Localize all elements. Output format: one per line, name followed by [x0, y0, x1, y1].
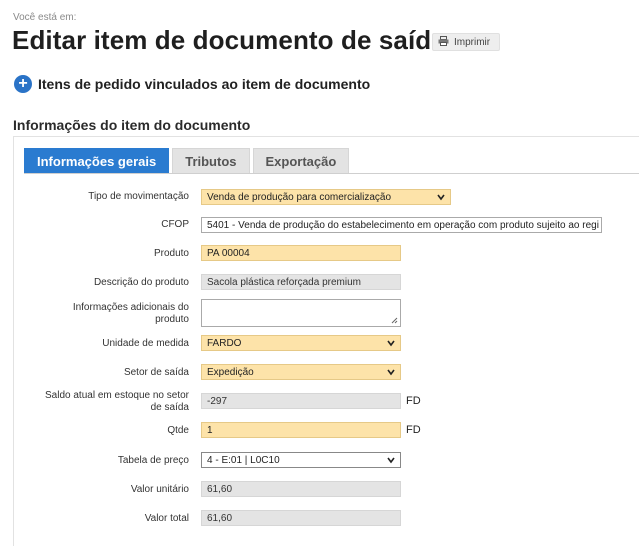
- setor-value: Expedição: [207, 366, 254, 378]
- tabela-preco-value: 4 - E:01 | L0C10: [207, 454, 280, 466]
- cfop-label: CFOP: [161, 219, 189, 230]
- tipo-movimentacao-label: Tipo de movimentação: [88, 191, 189, 202]
- unidade-value: FARDO: [207, 337, 242, 349]
- resize-grip-icon[interactable]: [391, 317, 398, 324]
- tab-bar: Informações gerais Tributos Exportação: [24, 148, 350, 173]
- info-adicionais-textarea[interactable]: [201, 299, 401, 327]
- produto-input[interactable]: PA 00004: [201, 245, 401, 261]
- cfop-input[interactable]: 5401 - Venda de produção do estabelecime…: [201, 217, 602, 233]
- section-title: Informações do item do documento: [13, 117, 251, 133]
- produto-label: Produto: [153, 248, 189, 259]
- chevron-down-icon: [387, 457, 395, 464]
- page-title: Editar item de documento de saída: [12, 25, 446, 55]
- saldo-label: Saldo atual em estoque no setor de saída: [45, 390, 189, 413]
- linked-items-label: Itens de pedido vinculados ao item de do…: [38, 76, 371, 92]
- cfop-value: 5401 - Venda de produção do estabelecime…: [207, 219, 599, 231]
- saldo-value: -297: [207, 395, 228, 407]
- tipo-movimentacao-value: Venda de produção para comercialização: [207, 191, 392, 203]
- descricao-label: Descrição do produto: [93, 277, 189, 288]
- chevron-down-icon: [437, 194, 445, 201]
- qtde-input[interactable]: 1: [201, 422, 401, 438]
- qtde-unit: FD: [406, 424, 421, 436]
- qtde-value: 1: [207, 424, 213, 436]
- print-button[interactable]: Imprimir: [432, 33, 500, 51]
- chevron-down-icon: [387, 369, 395, 376]
- qtde-label: Qtde: [167, 425, 189, 436]
- setor-label: Setor de saída: [123, 367, 189, 378]
- valor-unitario-field: 61,60: [201, 481, 401, 497]
- info-adicionais-label: Informações adicionais do produto: [72, 302, 189, 325]
- chevron-down-icon: [387, 340, 395, 347]
- tipo-movimentacao-select[interactable]: Venda de produção para comercialização: [201, 189, 451, 205]
- valor-total-field: 61,60: [201, 510, 401, 526]
- setor-select[interactable]: Expedição: [201, 364, 401, 380]
- tab-informacoes-gerais[interactable]: Informações gerais: [24, 148, 170, 173]
- tabela-preco-select[interactable]: 4 - E:01 | L0C10: [201, 452, 401, 468]
- breadcrumb: Você está em:: [13, 12, 77, 23]
- valor-total-value: 61,60: [207, 512, 233, 524]
- tabela-preco-label: Tabela de preço: [117, 455, 189, 466]
- print-label: Imprimir: [454, 36, 491, 48]
- printer-icon: [438, 35, 449, 49]
- unidade-select[interactable]: FARDO: [201, 335, 401, 351]
- unidade-label: Unidade de medida: [102, 338, 189, 349]
- plus-circle-icon: +: [14, 75, 32, 93]
- valor-total-label: Valor total: [144, 513, 189, 524]
- produto-value: PA 00004: [207, 247, 250, 259]
- linked-items-toggle[interactable]: + Itens de pedido vinculados ao item de …: [14, 75, 370, 93]
- tab-exportacao[interactable]: Exportação: [252, 148, 350, 173]
- tab-tributos[interactable]: Tributos: [172, 148, 250, 173]
- saldo-field: -297: [201, 393, 401, 409]
- descricao-field: Sacola plástica reforçada premium: [201, 274, 401, 290]
- descricao-value: Sacola plástica reforçada premium: [207, 276, 361, 288]
- valor-unitario-label: Valor unitário: [130, 484, 189, 495]
- valor-unitario-value: 61,60: [207, 483, 233, 495]
- saldo-unit: FD: [406, 395, 421, 407]
